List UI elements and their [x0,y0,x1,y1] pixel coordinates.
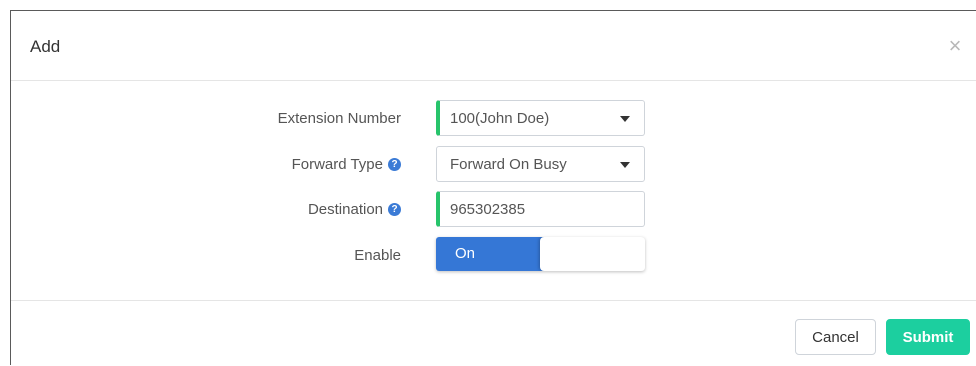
extension-select-value: 100(John Doe) [450,109,550,127]
close-icon[interactable]: × [944,35,966,57]
extension-select[interactable]: 100(John Doe) [436,100,645,136]
add-dialog: Add × Extension Number 100(John Doe) For… [10,10,976,365]
forward-type-select[interactable]: Forward On Busy [436,146,645,182]
enable-toggle-state: On [436,237,544,271]
cancel-button[interactable]: Cancel [795,319,876,355]
help-icon[interactable]: ? [388,202,401,216]
destination-input-value: 965302385 [450,200,526,218]
destination-label-text: Destination [307,200,383,218]
dialog-title: Add [30,37,61,56]
enable-row: Enable On [11,237,976,273]
dialog-footer: Cancel Submit [11,300,976,366]
enable-label: Enable [354,237,401,273]
forward-type-label-text: Forward Type [291,155,383,173]
submit-button[interactable]: Submit [886,319,970,355]
forward-type-select-value: Forward On Busy [450,155,567,173]
enable-toggle[interactable]: On [436,237,645,271]
forward-type-row: Forward Type ? Forward On Busy [11,146,976,182]
destination-input[interactable]: 965302385 [436,191,645,227]
chevron-down-icon [620,116,630,122]
dialog-header: Add × [11,11,976,81]
enable-label-text: Enable [354,246,401,264]
chevron-down-icon [620,162,630,168]
destination-row: Destination ? 965302385 [11,191,976,227]
toggle-knob[interactable] [540,237,645,271]
extension-label: Extension Number [278,100,401,136]
forward-type-label: Forward Type ? [292,146,401,182]
extension-label-text: Extension Number [277,109,401,127]
extension-row: Extension Number 100(John Doe) [11,100,976,136]
destination-label: Destination ? [308,191,401,227]
help-icon[interactable]: ? [388,157,401,171]
